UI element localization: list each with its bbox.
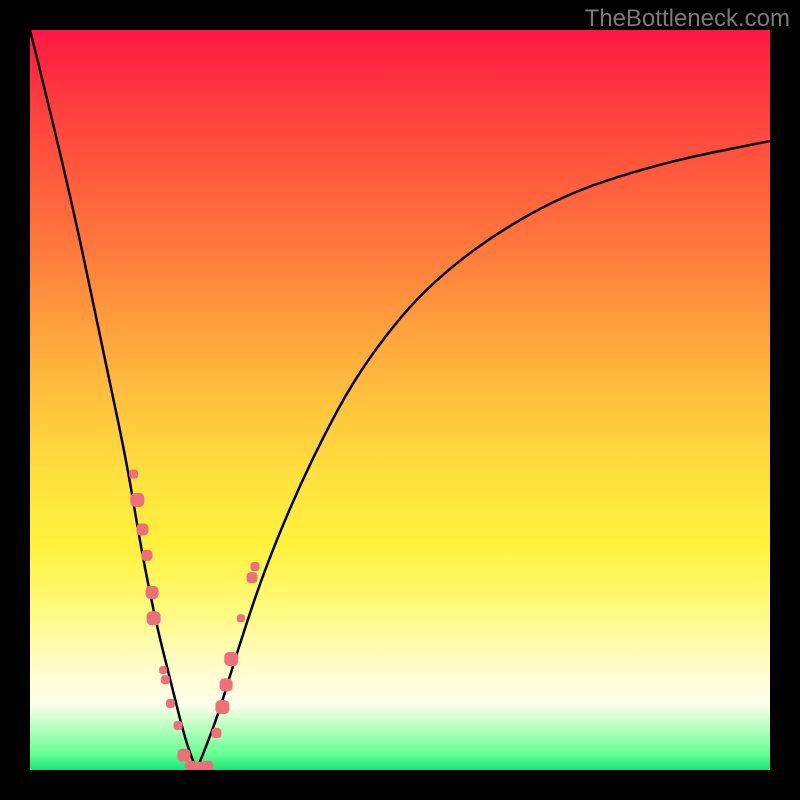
data-point (177, 749, 190, 762)
data-point (237, 614, 245, 622)
data-point (220, 678, 233, 691)
data-point (129, 470, 138, 479)
data-point (166, 699, 175, 708)
data-points (129, 470, 259, 771)
data-point (141, 550, 152, 561)
data-point (215, 700, 229, 714)
data-point (130, 493, 144, 507)
bottleneck-curve (30, 30, 770, 770)
data-point (147, 611, 161, 625)
data-point (224, 652, 238, 666)
data-point (146, 586, 159, 599)
curve-left-branch (30, 30, 197, 770)
data-point (159, 666, 167, 674)
chart-area (30, 30, 770, 770)
data-point (247, 572, 258, 583)
data-point (250, 562, 259, 571)
data-point (202, 761, 213, 770)
data-point (136, 524, 148, 536)
curve-right-branch (197, 141, 771, 770)
data-point (174, 721, 183, 730)
data-point (161, 675, 170, 684)
chart-svg (30, 30, 770, 770)
data-point (211, 728, 221, 738)
watermark-text: TheBottleneck.com (585, 5, 790, 33)
